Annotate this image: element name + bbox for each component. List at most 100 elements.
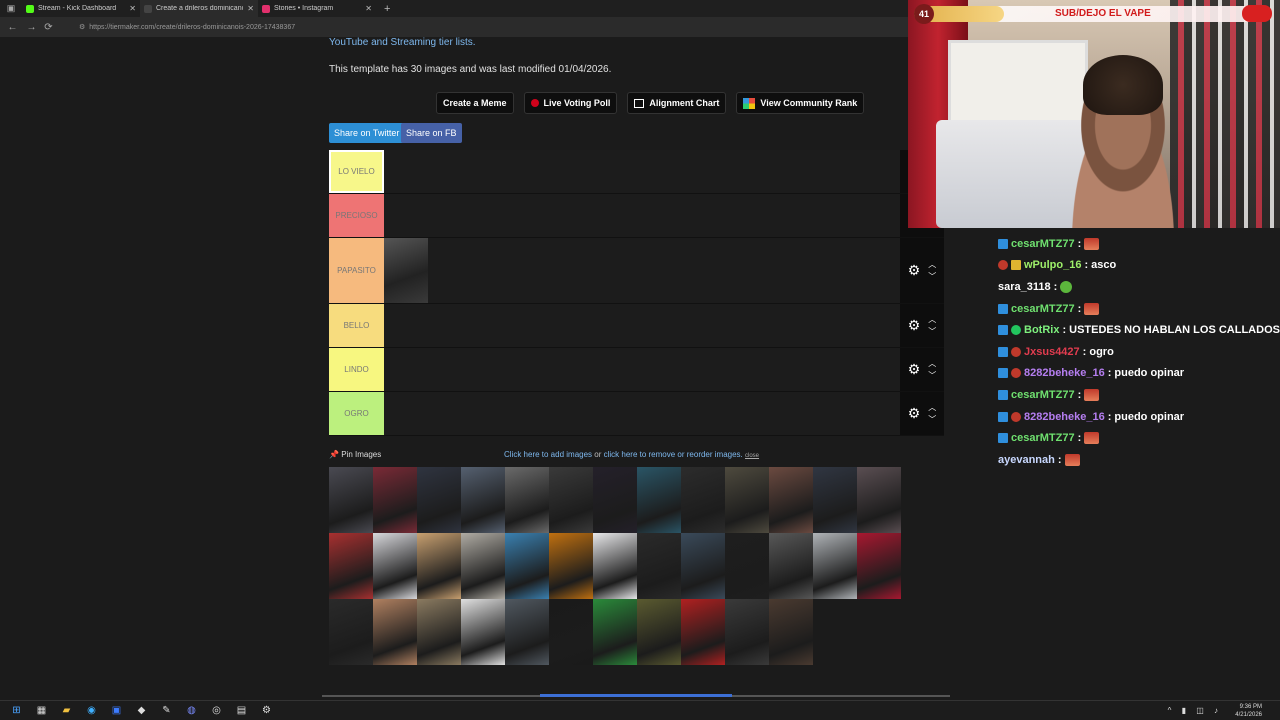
share-twitter-button[interactable]: Share on Twitter xyxy=(329,123,405,143)
pool-image[interactable] xyxy=(505,467,549,533)
chat-username[interactable]: Jxsus4427 xyxy=(1024,346,1080,358)
chat-username[interactable]: cesarMTZ77 xyxy=(1011,389,1075,401)
alignment-chart-button[interactable]: Alignment Chart xyxy=(627,92,727,114)
pool-image[interactable] xyxy=(593,467,637,533)
site-info-icon[interactable]: ⚙ xyxy=(79,23,85,31)
community-rank-button[interactable]: View Community Rank xyxy=(736,92,865,114)
steam-icon[interactable]: ◆ xyxy=(129,705,154,716)
tier-drop-zone[interactable] xyxy=(384,194,900,237)
discord-icon[interactable]: ◍ xyxy=(179,705,204,716)
pool-image[interactable] xyxy=(373,467,417,533)
pool-image[interactable] xyxy=(549,533,593,599)
chevron-down-icon[interactable]: ﹀ xyxy=(928,414,936,426)
url-text[interactable]: https://tiermaker.com/create/drileros-do… xyxy=(89,24,295,31)
share-fb-button[interactable]: Share on FB xyxy=(401,123,462,143)
tier-label[interactable]: BELLO xyxy=(329,304,384,347)
back-icon[interactable]: ← xyxy=(6,22,19,33)
close-tab-icon[interactable]: ✕ xyxy=(129,4,136,13)
tier-label[interactable]: OGRO xyxy=(329,392,384,435)
file-explorer-icon[interactable]: ▰ xyxy=(54,705,79,716)
pool-image[interactable] xyxy=(373,599,417,665)
pool-image[interactable] xyxy=(857,533,901,599)
tier-drop-zone[interactable] xyxy=(384,392,900,435)
pool-image[interactable] xyxy=(593,533,637,599)
pool-image[interactable] xyxy=(329,533,373,599)
task-view-icon[interactable]: ▦ xyxy=(29,705,54,716)
pool-image[interactable] xyxy=(725,533,769,599)
chat-username[interactable]: wPulpo_16 xyxy=(1024,259,1081,271)
pool-image[interactable] xyxy=(329,599,373,665)
forward-icon[interactable]: → xyxy=(25,22,38,33)
pool-image[interactable] xyxy=(549,467,593,533)
pool-image[interactable] xyxy=(857,467,901,533)
gear-icon[interactable]: ⚙ xyxy=(908,405,921,422)
app-icon[interactable]: ◎ xyxy=(204,705,229,716)
pool-image[interactable] xyxy=(681,467,725,533)
pool-image[interactable] xyxy=(461,467,505,533)
calendar-icon[interactable]: ▤ xyxy=(229,705,254,716)
chevron-up-icon[interactable]: ︿ xyxy=(928,358,936,370)
tier-image[interactable] xyxy=(384,238,428,303)
gear-icon[interactable]: ⚙ xyxy=(908,262,921,279)
tier-label[interactable]: PRECIOSO xyxy=(329,194,384,237)
pin-images-toggle[interactable]: 📌 Pin Images xyxy=(329,450,381,459)
pool-image[interactable] xyxy=(417,533,461,599)
chat-username[interactable]: sara_3118 xyxy=(998,281,1051,293)
reload-icon[interactable]: ⟳ xyxy=(42,22,55,33)
pool-image[interactable] xyxy=(505,599,549,665)
tier-label[interactable]: LINDO xyxy=(329,348,384,391)
chevron-up-icon[interactable]: ︿ xyxy=(928,402,936,414)
chevron-down-icon[interactable]: ﹀ xyxy=(928,326,936,338)
pool-image[interactable] xyxy=(681,533,725,599)
chevron-up-icon[interactable]: ︿ xyxy=(928,314,936,326)
tier-drop-zone[interactable] xyxy=(384,348,900,391)
chat-username[interactable]: cesarMTZ77 xyxy=(1011,303,1075,315)
system-tray-icons[interactable]: ^ ▮ ◫ ♪ xyxy=(1168,706,1222,715)
obs-icon[interactable]: ✎ xyxy=(154,705,179,716)
close-tab-icon[interactable]: ✕ xyxy=(365,4,372,13)
pool-image[interactable] xyxy=(769,599,813,665)
remove-images-link[interactable]: click here to remove or reorder images. xyxy=(604,450,743,459)
tier-drop-zone[interactable] xyxy=(384,304,900,347)
browser-tab[interactable]: Create a drileros dominicanois 20... ✕ xyxy=(140,0,258,17)
gear-icon[interactable]: ⚙ xyxy=(908,361,921,378)
chat-username[interactable]: 8282beheke_16 xyxy=(1024,367,1105,379)
pool-image[interactable] xyxy=(417,599,461,665)
tier-drop-zone[interactable] xyxy=(384,238,900,303)
browser-tab[interactable]: Stories • Instagram ✕ xyxy=(258,0,376,17)
chevron-down-icon[interactable]: ﹀ xyxy=(928,271,936,283)
start-icon[interactable]: ⊞ xyxy=(4,705,29,716)
tier-label[interactable]: PAPASITO xyxy=(329,238,384,303)
live-voting-poll-button[interactable]: Live Voting Poll xyxy=(523,92,618,114)
pool-image[interactable] xyxy=(461,599,505,665)
close-tab-icon[interactable]: ✕ xyxy=(247,4,254,13)
pool-image[interactable] xyxy=(593,599,637,665)
settings-icon[interactable]: ⚙ xyxy=(254,705,279,716)
url-field[interactable]: ⚙ https://tiermaker.com/create/drileros-… xyxy=(79,23,295,32)
clock[interactable]: 9:36 PM 4/21/2026 xyxy=(1235,703,1262,719)
pool-image[interactable] xyxy=(681,599,725,665)
pool-image[interactable] xyxy=(637,533,681,599)
pool-image[interactable] xyxy=(549,599,593,665)
chrome-icon[interactable]: ◉ xyxy=(79,705,104,716)
chat-username[interactable]: ayevannah xyxy=(998,454,1055,466)
pool-image[interactable] xyxy=(637,467,681,533)
tier-label[interactable]: LO VIELO xyxy=(329,150,384,193)
chat-username[interactable]: BotRix xyxy=(1024,324,1059,336)
store-icon[interactable]: ▣ xyxy=(104,705,129,716)
close-link[interactable]: close xyxy=(745,453,759,459)
horizontal-scrollbar[interactable] xyxy=(322,694,950,697)
browser-tab[interactable]: Stream - Kick Dashboard ✕ xyxy=(22,0,140,17)
chat-username[interactable]: 8282beheke_16 xyxy=(1024,411,1105,423)
pool-image[interactable] xyxy=(725,467,769,533)
window-menu-icon[interactable]: ▣ xyxy=(0,3,22,14)
pool-image[interactable] xyxy=(417,467,461,533)
pool-image[interactable] xyxy=(769,467,813,533)
pool-image[interactable] xyxy=(505,533,549,599)
chevron-down-icon[interactable]: ﹀ xyxy=(928,370,936,382)
scrollbar-thumb[interactable] xyxy=(540,694,732,697)
pool-image[interactable] xyxy=(637,599,681,665)
pool-image[interactable] xyxy=(373,533,417,599)
tier-drop-zone[interactable] xyxy=(384,150,900,193)
pool-image[interactable] xyxy=(725,599,769,665)
